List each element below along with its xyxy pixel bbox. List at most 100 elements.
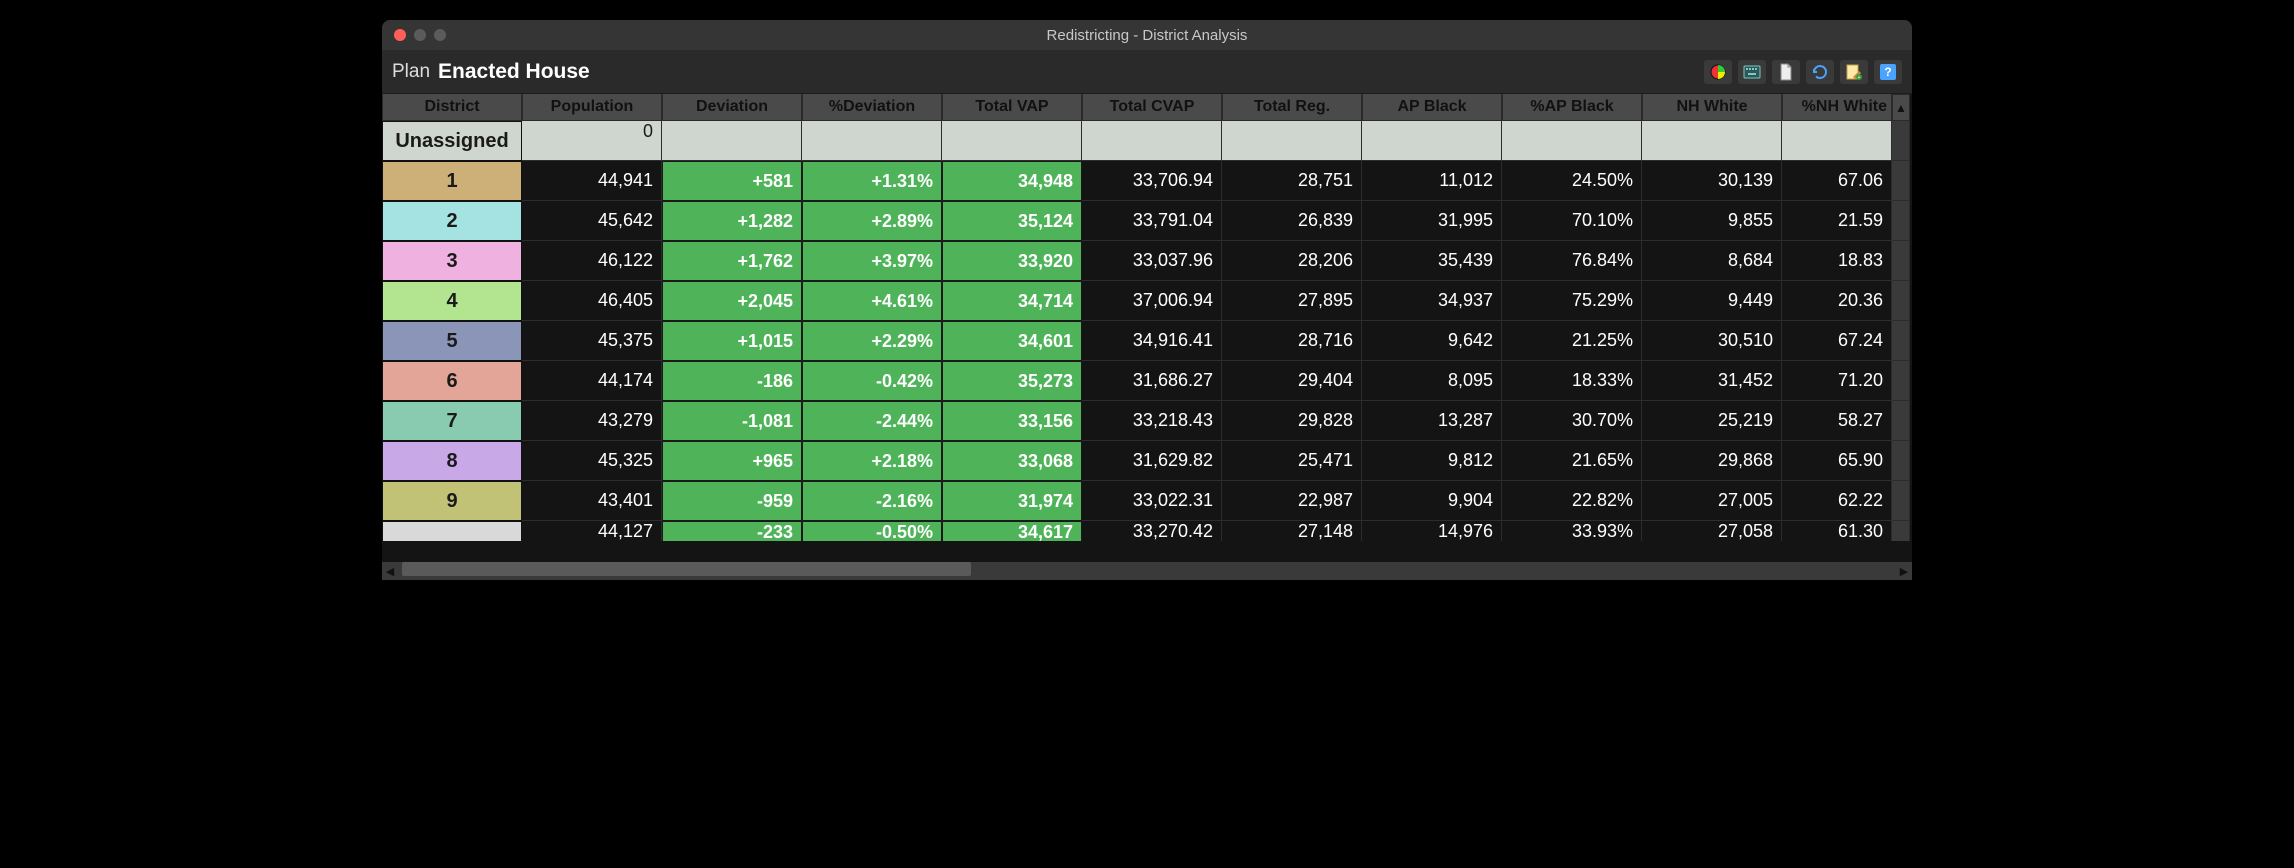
- table-row[interactable]: 346,122+1,762+3.97%33,92033,037.9628,206…: [382, 241, 1912, 281]
- scrollbar-thumb[interactable]: [402, 562, 971, 576]
- cell-nh_white: 30,139: [1642, 161, 1782, 201]
- vscroll-track-cell[interactable]: [1892, 281, 1910, 321]
- vscroll-track-cell[interactable]: [1892, 481, 1910, 521]
- header-total-cvap[interactable]: Total CVAP: [1082, 94, 1222, 121]
- header-pct-deviation[interactable]: %Deviation: [802, 94, 942, 121]
- cell-deviation: +1,282: [662, 201, 802, 241]
- close-window-button[interactable]: [394, 29, 406, 41]
- table-row[interactable]: 44,127-233-0.50%34,61733,270.4227,14814,…: [382, 521, 1912, 541]
- header-population[interactable]: Population: [522, 94, 662, 121]
- horizontal-scrollbar[interactable]: ◀ ▶: [382, 562, 1912, 580]
- cell-population: 46,122: [522, 241, 662, 281]
- vscroll-track-cell[interactable]: [1892, 401, 1910, 441]
- cell-ap_black: 35,439: [1362, 241, 1502, 281]
- district-cell[interactable]: 3: [382, 241, 522, 281]
- scroll-right-button[interactable]: ▶: [1896, 562, 1912, 580]
- table-row[interactable]: 845,325+965+2.18%33,06831,629.8225,4719,…: [382, 441, 1912, 481]
- header-total-vap[interactable]: Total VAP: [942, 94, 1082, 121]
- toolbar: Plan Enacted House + ?: [382, 50, 1912, 94]
- cell-empty: [1782, 121, 1892, 161]
- cell-pct_nh_white: 18.83: [1782, 241, 1892, 281]
- table-row[interactable]: 743,279-1,081-2.44%33,15633,218.4329,828…: [382, 401, 1912, 441]
- cell-total_cvap: 33,270.42: [1082, 521, 1222, 541]
- header-ap-black[interactable]: AP Black: [1362, 94, 1502, 121]
- refresh-icon[interactable]: [1806, 60, 1834, 84]
- toolbar-buttons: + ?: [1704, 60, 1902, 84]
- plan-label: Plan: [392, 61, 430, 83]
- cell-total_reg: 28,206: [1222, 241, 1362, 281]
- vscroll-track-cell[interactable]: [1892, 441, 1910, 481]
- table-row[interactable]: 644,174-186-0.42%35,27331,686.2729,4048,…: [382, 361, 1912, 401]
- minimize-window-button[interactable]: [414, 29, 426, 41]
- cell-pct_deviation: -0.42%: [802, 361, 942, 401]
- vscroll-track-cell[interactable]: [1892, 201, 1910, 241]
- cell-total_cvap: 31,686.27: [1082, 361, 1222, 401]
- district-cell[interactable]: [382, 521, 522, 541]
- cell-nh_white: 25,219: [1642, 401, 1782, 441]
- cell-nh_white: 29,868: [1642, 441, 1782, 481]
- help-icon[interactable]: ?: [1874, 60, 1902, 84]
- scroll-up-button[interactable]: ▲: [1892, 94, 1910, 121]
- document-icon[interactable]: [1772, 60, 1800, 84]
- edit-icon[interactable]: +: [1840, 60, 1868, 84]
- window-controls: [394, 29, 446, 41]
- cell-total_cvap: 37,006.94: [1082, 281, 1222, 321]
- cell-population: 43,401: [522, 481, 662, 521]
- district-cell[interactable]: 1: [382, 161, 522, 201]
- district-cell[interactable]: 6: [382, 361, 522, 401]
- vscroll-track-cell[interactable]: [1892, 521, 1910, 541]
- cell-pct_deviation: -0.50%: [802, 521, 942, 541]
- cell-nh_white: 9,449: [1642, 281, 1782, 321]
- cell-total_reg: 29,404: [1222, 361, 1362, 401]
- cell-ap_black: 8,095: [1362, 361, 1502, 401]
- cell-deviation: +965: [662, 441, 802, 481]
- cell-deviation: -1,081: [662, 401, 802, 441]
- header-pct-ap-black[interactable]: %AP Black: [1502, 94, 1642, 121]
- cell-nh_white: 8,684: [1642, 241, 1782, 281]
- table-row[interactable]: 545,375+1,015+2.29%34,60134,916.4128,716…: [382, 321, 1912, 361]
- district-cell[interactable]: 2: [382, 201, 522, 241]
- cell-total_vap: 33,920: [942, 241, 1082, 281]
- cell-total_reg: 28,751: [1222, 161, 1362, 201]
- header-nh-white[interactable]: NH White: [1642, 94, 1782, 121]
- vscroll-track-cell[interactable]: [1892, 321, 1910, 361]
- cell-empty: [1082, 121, 1222, 161]
- cell-ap_black: 9,904: [1362, 481, 1502, 521]
- vscroll-track-cell[interactable]: [1892, 241, 1910, 281]
- maximize-window-button[interactable]: [434, 29, 446, 41]
- cell-pct_deviation: +1.31%: [802, 161, 942, 201]
- cell-pct_nh_white: 65.90: [1782, 441, 1892, 481]
- district-cell[interactable]: 4: [382, 281, 522, 321]
- district-cell[interactable]: 5: [382, 321, 522, 361]
- cell-pct_deviation: +2.18%: [802, 441, 942, 481]
- header-pct-nh-white[interactable]: %NH White: [1782, 94, 1892, 121]
- cell-deviation: -959: [662, 481, 802, 521]
- unassigned-label: Unassigned: [382, 121, 522, 161]
- district-cell[interactable]: 8: [382, 441, 522, 481]
- cell-pct_ap_black: 24.50%: [1502, 161, 1642, 201]
- scrollbar-track[interactable]: [398, 562, 1896, 580]
- unassigned-row[interactable]: Unassigned0: [382, 121, 1912, 161]
- scroll-left-button[interactable]: ◀: [382, 562, 398, 580]
- cell-total_vap: 34,601: [942, 321, 1082, 361]
- vscroll-track-cell[interactable]: [1892, 161, 1910, 201]
- header-total-reg[interactable]: Total Reg.: [1222, 94, 1362, 121]
- district-cell[interactable]: 7: [382, 401, 522, 441]
- table-row[interactable]: 446,405+2,045+4.61%34,71437,006.9427,895…: [382, 281, 1912, 321]
- vscroll-track-cell[interactable]: [1892, 361, 1910, 401]
- header-deviation[interactable]: Deviation: [662, 94, 802, 121]
- table-row[interactable]: 245,642+1,282+2.89%35,12433,791.0426,839…: [382, 201, 1912, 241]
- district-cell[interactable]: 9: [382, 481, 522, 521]
- cell-ap_black: 34,937: [1362, 281, 1502, 321]
- cell-total_vap: 31,974: [942, 481, 1082, 521]
- pie-chart-icon[interactable]: [1704, 60, 1732, 84]
- table-row[interactable]: 943,401-959-2.16%31,97433,022.3122,9879,…: [382, 481, 1912, 521]
- table-row[interactable]: 144,941+581+1.31%34,94833,706.9428,75111…: [382, 161, 1912, 201]
- cell-ap_black: 13,287: [1362, 401, 1502, 441]
- cell-population: 43,279: [522, 401, 662, 441]
- cell-ap_black: 31,995: [1362, 201, 1502, 241]
- header-district[interactable]: District: [382, 94, 522, 121]
- keyboard-icon[interactable]: [1738, 60, 1766, 84]
- vscroll-track-cell[interactable]: [1892, 121, 1910, 161]
- cell-pct_ap_black: 70.10%: [1502, 201, 1642, 241]
